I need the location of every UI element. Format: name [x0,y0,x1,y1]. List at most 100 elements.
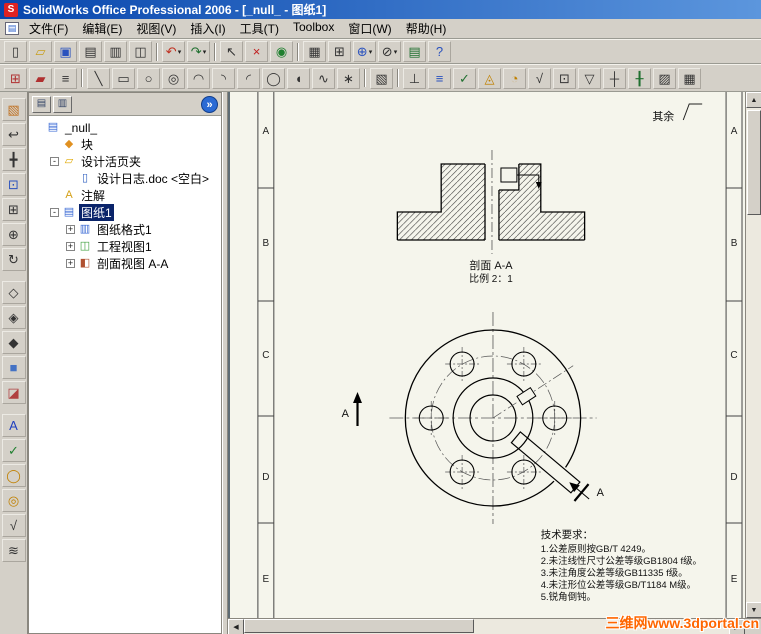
section-view-display-button[interactable]: ◪ [1,381,26,404]
spline-button[interactable]: ∿ [312,67,335,89]
tree-item-2[interactable]: - ▱ 设计活页夹 [31,153,221,170]
menu-window[interactable]: 窗口(W) [341,18,398,39]
smart-dimension-button[interactable]: ⊥ [403,67,426,89]
centerpoint-arc-button[interactable]: ◠ [187,67,210,89]
stacked-balloon-button[interactable]: ◎ [1,489,26,512]
surface-finish-symbol-button[interactable]: √ [1,514,26,537]
menu-insert[interactable]: 插入(I) [183,18,232,39]
title-bar[interactable]: S SolidWorks Office Professional 2006 - … [0,0,761,19]
tree-item-8[interactable]: + ◧ 剖面视图 A-A [31,255,221,272]
expand-toggle[interactable]: - [50,208,59,217]
revision-symbol-button[interactable]: ◬ [478,67,501,89]
menu-toolbox[interactable]: Toolbox [286,18,341,39]
three-point-arc-button[interactable]: ◜ [237,67,260,89]
geometric-tolerance-button[interactable]: ⊡ [553,67,576,89]
view-orientation-button[interactable]: ▧ [1,98,26,121]
section-view-label[interactable]: 剖面 A-A [469,258,513,272]
area-hatch-button[interactable]: ▨ [653,67,676,89]
point-button[interactable]: ∗ [337,67,360,89]
tree-item-1[interactable]: ◆ 块 [31,136,221,153]
section-arrow-label-right[interactable]: A [597,487,605,499]
shaded-button[interactable]: ■ [1,356,26,379]
select-button[interactable]: ↖ [220,41,243,62]
perimeter-circle-button[interactable]: ◎ [162,67,185,89]
menu-help[interactable]: 帮助(H) [399,18,454,39]
print-button[interactable]: ▥ [104,41,127,62]
hidden-lines-visible-button[interactable]: ◈ [1,306,26,329]
zoom-to-fit-button[interactable]: ⊡ [1,173,26,196]
flange-top-view[interactable] [389,312,597,524]
horizontal-scroll-thumb[interactable] [244,619,474,633]
view-notes-button[interactable]: ▤ [403,41,426,62]
rotate-view-button[interactable]: ↻ [1,248,26,271]
dropdown-arrow-icon[interactable]: ▾ [369,48,373,56]
tangent-arc-button[interactable]: ◝ [212,67,235,89]
undo-button[interactable]: ↶ ▾ [162,41,185,62]
featuremanager-tab[interactable]: ▤ [32,95,51,113]
propertymanager-tab[interactable]: ▥ [53,95,72,113]
section-scale-label[interactable]: 比例 2：1 [469,272,513,285]
wireframe-button[interactable]: ◇ [1,281,26,304]
hide-show-items-button[interactable]: ⊘ ▾ [378,41,401,62]
balloon-button[interactable]: ◔ [503,67,526,89]
child-window-icon[interactable]: ▤ [5,22,19,35]
drawing-sheet[interactable]: A B C D E A B C D E 其余 剖面 A-A 比例 2：1 A A… [230,92,745,618]
section-arrow-label-left[interactable]: A [342,408,350,420]
open-button[interactable]: ▱ [29,41,52,62]
menu-tools[interactable]: 工具(T) [233,18,286,39]
new-document-button[interactable]: ▯ [4,41,27,62]
sketch-button[interactable]: ⊞ [4,67,27,89]
expand-toggle[interactable]: + [66,225,75,234]
vertical-scroll-thumb[interactable] [746,110,761,215]
tree-item-0[interactable]: ▤ _null_ [31,119,221,136]
hidden-lines-removed-button[interactable]: ◆ [1,331,26,354]
section-view-aa[interactable] [396,150,586,254]
balloon-button[interactable]: ◯ [1,464,26,487]
tree-item-7[interactable]: + ◫ 工程视图1 [31,238,221,255]
expand-toggle[interactable]: + [66,242,75,251]
redo-button[interactable]: ↷ ▾ [187,41,210,62]
delete-button[interactable]: × [245,41,268,62]
scroll-up-button[interactable]: ▲ [746,92,761,108]
make-drawing-from-part-button[interactable]: ▤ [79,41,102,62]
dropdown-arrow-icon[interactable]: ▾ [394,48,398,56]
zoom-in-out-button[interactable]: ⊕ [1,223,26,246]
save-button[interactable]: ▣ [54,41,77,62]
zoom-to-area-button[interactable]: ⊞ [1,198,26,221]
weld-symbol-button[interactable]: ≋ [1,539,26,562]
partial-ellipse-button[interactable]: ◖ [287,67,310,89]
surface-finish-note[interactable]: 其余 [652,109,674,123]
expand-toggle[interactable]: + [66,259,75,268]
dropdown-arrow-icon[interactable]: ▾ [203,48,207,56]
tech-requirements-note[interactable]: 技术要求： 1.公差原则按GB/T 4249。 2.未注线性尺寸公差等级GB18… [541,528,702,603]
table-button[interactable]: ▦ [678,67,701,89]
centerline-button[interactable]: ╂ [628,67,651,89]
spell-checker-button[interactable]: ✓ [1,439,26,462]
print-preview-button[interactable]: ◫ [129,41,152,62]
pan-button[interactable]: ╋ [1,148,26,171]
menu-edit[interactable]: 编辑(E) [75,18,129,39]
rebuild-button[interactable]: ◉ [270,41,293,62]
zoom-tools-button[interactable]: ⊕ ▾ [353,41,376,62]
menu-view[interactable]: 视图(V) [129,18,183,39]
help-button[interactable]: ? [428,41,451,62]
note-button[interactable]: A [1,414,26,437]
layer-properties-button[interactable]: ≡ [54,67,77,89]
tree-item-4[interactable]: A 注解 [31,187,221,204]
edit-sheet-format-button[interactable]: ▦ [303,41,326,62]
datum-feature-button[interactable]: ▽ [578,67,601,89]
center-mark-button[interactable]: ┼ [603,67,626,89]
line-button[interactable]: ╲ [87,67,110,89]
drawing-canvas[interactable]: A B C D E A B C D E 其余 剖面 A-A 比例 2：1 A A… [228,92,745,618]
tree-item-5[interactable]: - ▤ 图纸1 [31,204,221,221]
plane-button[interactable]: ▧ [370,67,393,89]
panel-collapse-button[interactable]: » [201,95,218,113]
vertical-scrollbar[interactable]: ▲ ▼ [745,92,761,618]
ellipse-button[interactable]: ◯ [262,67,285,89]
spell-checker-button[interactable]: ✓ [453,67,476,89]
model-items-button[interactable]: ≡ [428,67,451,89]
scroll-left-button[interactable]: ◀ [228,619,244,634]
rectangle-button[interactable]: ▭ [112,67,135,89]
tree-item-6[interactable]: + ▥ 图纸格式1 [31,221,221,238]
menu-file[interactable]: 文件(F) [22,18,75,39]
